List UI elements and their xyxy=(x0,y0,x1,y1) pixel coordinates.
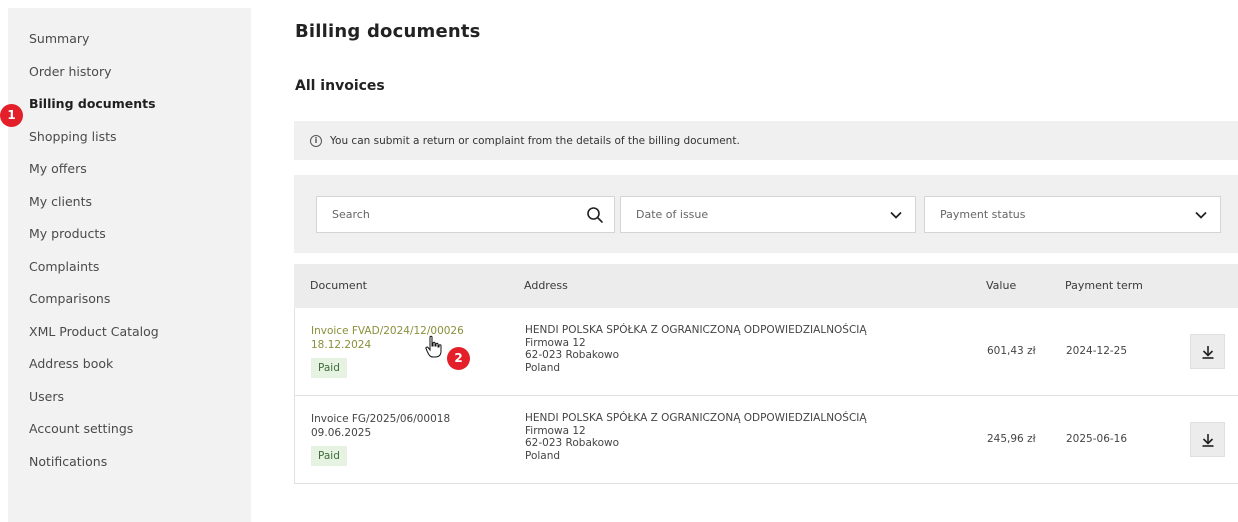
address-country: Poland xyxy=(525,361,561,374)
sidebar-item-complaints[interactable]: Complaints xyxy=(8,259,251,292)
step-marker-1: 1 xyxy=(0,104,23,127)
address-cell: HENDI POLSKA SPÓŁKA Z OGRANICZONĄ ODPOWI… xyxy=(525,324,867,374)
billing-documents-table: Document Address Value Payment term Invo… xyxy=(294,264,1238,484)
download-button[interactable] xyxy=(1190,334,1225,369)
info-banner: i You can submit a return or complaint f… xyxy=(294,121,1238,160)
sidebar-item-comparisons[interactable]: Comparisons xyxy=(8,291,251,324)
info-icon: i xyxy=(310,134,322,147)
table-row: Invoice FG/2025/06/00018 09.06.2025 Paid… xyxy=(294,396,1238,484)
address-country: Poland xyxy=(525,449,561,462)
chevron-down-icon xyxy=(890,211,902,219)
chevron-down-icon xyxy=(1195,211,1207,219)
address-city: 62-023 Robakowo xyxy=(525,437,620,449)
page-title: Billing documents xyxy=(295,21,481,42)
search-input[interactable]: Search xyxy=(316,196,615,233)
payment-term-cell: 2024-12-25 xyxy=(1066,345,1128,357)
address-cell: HENDI POLSKA SPÓŁKA Z OGRANICZONĄ ODPOWI… xyxy=(525,412,867,462)
payment-status-select[interactable]: Payment status xyxy=(924,196,1221,233)
sidebar-item-notifications[interactable]: Notifications xyxy=(8,454,251,487)
download-icon xyxy=(1202,433,1213,447)
info-text: You can submit a return or complaint fro… xyxy=(330,134,740,147)
sidebar-item-billing-documents[interactable]: Billing documents xyxy=(8,96,251,129)
address-city: 62-023 Robakowo xyxy=(525,349,620,361)
search-placeholder: Search xyxy=(332,208,370,221)
document-cell: Invoice FG/2025/06/00018 09.06.2025 Paid xyxy=(311,412,450,466)
date-of-issue-placeholder: Date of issue xyxy=(636,208,709,221)
status-badge: Paid xyxy=(311,358,347,378)
invoice-link[interactable]: Invoice FG/2025/06/00018 xyxy=(311,412,450,426)
date-of-issue-select[interactable]: Date of issue xyxy=(620,196,916,233)
sidebar-item-order-history[interactable]: Order history xyxy=(8,64,251,97)
download-icon xyxy=(1202,345,1213,359)
payment-status-placeholder: Payment status xyxy=(940,208,1026,221)
search-icon[interactable] xyxy=(586,206,604,224)
value-cell: 245,96 zł xyxy=(987,433,1036,445)
header-payment-term: Payment term xyxy=(1065,279,1143,292)
sidebar-item-address-book[interactable]: Address book xyxy=(8,356,251,389)
sidebar-item-xml-product-catalog[interactable]: XML Product Catalog xyxy=(8,324,251,357)
sidebar-item-my-products[interactable]: My products xyxy=(8,226,251,259)
account-sidebar: Summary Order history Billing documents … xyxy=(8,8,251,522)
address-street: Firmowa 12 xyxy=(525,424,586,437)
hand-cursor-icon xyxy=(425,335,442,358)
step-marker-2: 2 xyxy=(447,347,470,370)
section-title: All invoices xyxy=(295,78,385,94)
value-cell: 601,43 zł xyxy=(987,345,1036,357)
status-badge: Paid xyxy=(311,446,347,466)
header-address: Address xyxy=(524,279,568,292)
sidebar-item-users[interactable]: Users xyxy=(8,389,251,422)
payment-term-cell: 2025-06-16 xyxy=(1066,433,1128,445)
sidebar-item-my-clients[interactable]: My clients xyxy=(8,194,251,227)
address-company: HENDI POLSKA SPÓŁKA Z OGRANICZONĄ ODPOWI… xyxy=(525,412,867,424)
header-value: Value xyxy=(986,279,1017,292)
address-street: Firmowa 12 xyxy=(525,336,586,349)
address-company: HENDI POLSKA SPÓŁKA Z OGRANICZONĄ ODPOWI… xyxy=(525,324,867,336)
header-document: Document xyxy=(310,279,367,292)
sidebar-item-summary[interactable]: Summary xyxy=(8,31,251,64)
table-header: Document Address Value Payment term xyxy=(294,264,1238,308)
sidebar-item-my-offers[interactable]: My offers xyxy=(8,161,251,194)
download-button[interactable] xyxy=(1190,422,1225,457)
sidebar-item-shopping-lists[interactable]: Shopping lists xyxy=(8,129,251,162)
invoice-date: 09.06.2025 xyxy=(311,427,372,439)
filters-panel: Search Date of issue Payment status xyxy=(294,175,1238,253)
sidebar-item-account-settings[interactable]: Account settings xyxy=(8,421,251,454)
